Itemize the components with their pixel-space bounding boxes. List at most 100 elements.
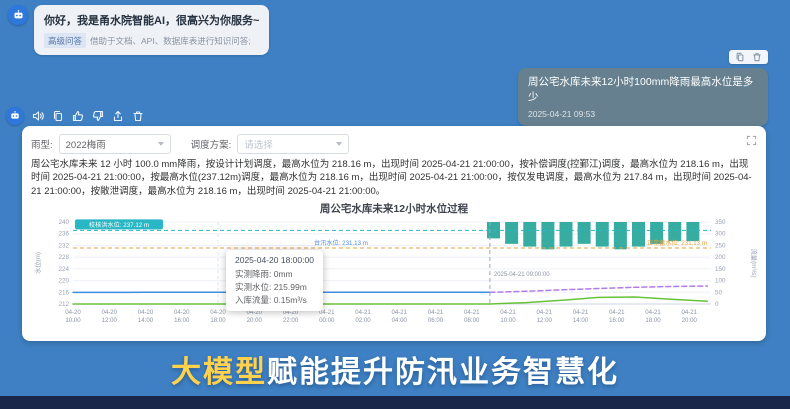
svg-text:水位(m): 水位(m) bbox=[33, 252, 42, 274]
svg-text:2025-04-21 09:00:00: 2025-04-21 09:00:00 bbox=[494, 273, 550, 279]
svg-text:04-20: 04-20 bbox=[65, 309, 81, 316]
svg-text:250: 250 bbox=[715, 243, 726, 250]
plan-select[interactable]: 请选择 bbox=[237, 134, 349, 154]
svg-text:216: 216 bbox=[58, 290, 69, 297]
svg-text:236: 236 bbox=[58, 231, 69, 238]
svg-text:04:00: 04:00 bbox=[392, 317, 408, 324]
svg-text:228: 228 bbox=[58, 255, 69, 262]
export-icon bbox=[112, 110, 124, 122]
chart-plot-area: 2122162202242282322362400501001502002503… bbox=[31, 216, 757, 339]
svg-text:00:00: 00:00 bbox=[319, 317, 335, 324]
export-button[interactable] bbox=[112, 110, 124, 122]
svg-text:04-20: 04-20 bbox=[246, 309, 262, 316]
svg-text:06:00: 06:00 bbox=[428, 317, 444, 324]
response-header bbox=[6, 107, 144, 125]
svg-text:04-21: 04-21 bbox=[609, 309, 625, 316]
slogan-highlight: 大模型 bbox=[171, 347, 267, 391]
delete-message-button[interactable] bbox=[752, 52, 762, 62]
ai-response-avatar bbox=[6, 107, 24, 125]
svg-text:04-20: 04-20 bbox=[138, 309, 154, 316]
message-toolbar bbox=[729, 50, 768, 64]
svg-text:04-20: 04-20 bbox=[174, 309, 190, 316]
svg-text:150: 150 bbox=[715, 266, 726, 273]
chart-title: 周公宅水库未来12小时水位过程 bbox=[31, 201, 757, 216]
thumbs-down-button[interactable] bbox=[92, 110, 104, 122]
svg-text:50: 50 bbox=[715, 290, 723, 297]
svg-text:20:00: 20:00 bbox=[247, 317, 263, 324]
thumbs-up-icon bbox=[72, 110, 84, 122]
svg-text:240: 240 bbox=[58, 219, 69, 226]
svg-text:08:00: 08:00 bbox=[464, 317, 480, 324]
footer-strip bbox=[0, 396, 790, 409]
svg-text:20:00: 20:00 bbox=[682, 317, 698, 324]
rain-type-select[interactable]: 2022梅雨 bbox=[59, 134, 171, 154]
thumbs-up-button[interactable] bbox=[72, 110, 84, 122]
svg-text:04-21: 04-21 bbox=[500, 309, 516, 316]
thumbs-down-icon bbox=[92, 110, 104, 122]
robot-icon bbox=[9, 110, 21, 122]
svg-text:14:00: 14:00 bbox=[573, 317, 589, 324]
scenario-form: 雨型: 2022梅雨 调度方案: 请选择 bbox=[31, 133, 757, 155]
fullscreen-icon bbox=[746, 135, 757, 146]
svg-text:18:00: 18:00 bbox=[645, 317, 661, 324]
svg-text:350: 350 bbox=[715, 219, 726, 226]
plan-label: 调度方案: bbox=[191, 137, 232, 151]
ai-greeting-row: 你好，我是甬水院智能AI，很高兴为你服务~ 高级问答 借助于文档、API、数据库… bbox=[8, 5, 269, 55]
response-panel: 雨型: 2022梅雨 调度方案: 请选择 周公宅水库未来 12 小时 100.0… bbox=[22, 126, 766, 341]
water-level-chart: 周公宅水库未来12小时水位过程 212216220224228232236240… bbox=[31, 201, 757, 341]
svg-text:02:00: 02:00 bbox=[355, 317, 371, 324]
ai-avatar bbox=[8, 5, 28, 25]
svg-text:22:00: 22:00 bbox=[283, 317, 299, 324]
response-toolbar bbox=[32, 110, 144, 122]
user-message-text: 周公宅水库未来12小时100mm降雨最高水位是多少 bbox=[528, 75, 758, 104]
qa-mode-description: 借助于文档、API、数据库表进行知识问答; bbox=[90, 35, 251, 47]
svg-text:台汛水位: 231.13 m: 台汛水位: 231.13 m bbox=[314, 239, 368, 247]
svg-text:232: 232 bbox=[58, 243, 69, 250]
chevron-down-icon bbox=[158, 142, 164, 146]
svg-text:正常蓄水位: 231.13 m: 正常蓄水位: 231.13 m bbox=[647, 239, 707, 247]
svg-text:流量(m³/s): 流量(m³/s) bbox=[750, 249, 757, 278]
plan-value: 请选择 bbox=[244, 137, 273, 151]
rain-type-value: 2022梅雨 bbox=[66, 137, 106, 151]
greeting-subline: 高级问答 借助于文档、API、数据库表进行知识问答; bbox=[44, 33, 259, 48]
svg-text:12:00: 12:00 bbox=[102, 317, 118, 324]
slogan-rest: 赋能提升防汛业务智慧化 bbox=[267, 347, 619, 391]
svg-text:12:00: 12:00 bbox=[537, 317, 553, 324]
delete-response-button[interactable] bbox=[132, 110, 144, 122]
rain-type-label: 雨型: bbox=[31, 137, 53, 151]
svg-text:04-21: 04-21 bbox=[391, 309, 407, 316]
chart-svg: 2122162202242282322362400501001502002503… bbox=[31, 216, 757, 334]
message-timestamp: 2025-04-21 09:53 bbox=[528, 109, 758, 119]
user-message-row: 周公宅水库未来12小时100mm降雨最高水位是多少 2025-04-21 09:… bbox=[518, 50, 768, 126]
svg-text:校核洪水位: 237.12 m: 校核洪水位: 237.12 m bbox=[89, 221, 149, 229]
svg-text:04-21: 04-21 bbox=[681, 309, 697, 316]
svg-text:18:00: 18:00 bbox=[210, 317, 226, 324]
svg-text:10:00: 10:00 bbox=[65, 317, 81, 324]
main-background: 你好，我是甬水院智能AI，很高兴为你服务~ 高级问答 借助于文档、API、数据库… bbox=[0, 0, 790, 409]
svg-text:04-21: 04-21 bbox=[536, 309, 552, 316]
svg-text:04-21: 04-21 bbox=[573, 309, 589, 316]
svg-text:04-21: 04-21 bbox=[319, 309, 335, 316]
svg-text:220: 220 bbox=[58, 278, 69, 285]
svg-text:300: 300 bbox=[715, 231, 726, 238]
svg-text:100: 100 bbox=[715, 278, 726, 285]
read-aloud-button[interactable] bbox=[32, 110, 44, 122]
copy-message-button[interactable] bbox=[735, 52, 745, 62]
chevron-down-icon bbox=[336, 142, 342, 146]
speaker-icon bbox=[32, 110, 44, 122]
svg-text:0: 0 bbox=[715, 301, 719, 308]
svg-text:04-21: 04-21 bbox=[355, 309, 371, 316]
svg-text:04-21: 04-21 bbox=[428, 309, 444, 316]
analysis-summary: 周公宅水库未来 12 小时 100.0 mm降雨，按设计计划调度，最高水位为 2… bbox=[31, 158, 757, 198]
copy-response-button[interactable] bbox=[52, 110, 64, 122]
trash-icon bbox=[752, 52, 762, 62]
qa-mode-badge: 高级问答 bbox=[44, 33, 86, 48]
copy-icon bbox=[52, 110, 64, 122]
svg-text:04-20: 04-20 bbox=[101, 309, 117, 316]
svg-text:16:00: 16:00 bbox=[609, 317, 625, 324]
fullscreen-button[interactable] bbox=[746, 135, 757, 146]
copy-icon bbox=[735, 52, 745, 62]
svg-text:16:00: 16:00 bbox=[174, 317, 190, 324]
robot-icon bbox=[12, 9, 25, 22]
svg-text:04-20: 04-20 bbox=[210, 309, 226, 316]
